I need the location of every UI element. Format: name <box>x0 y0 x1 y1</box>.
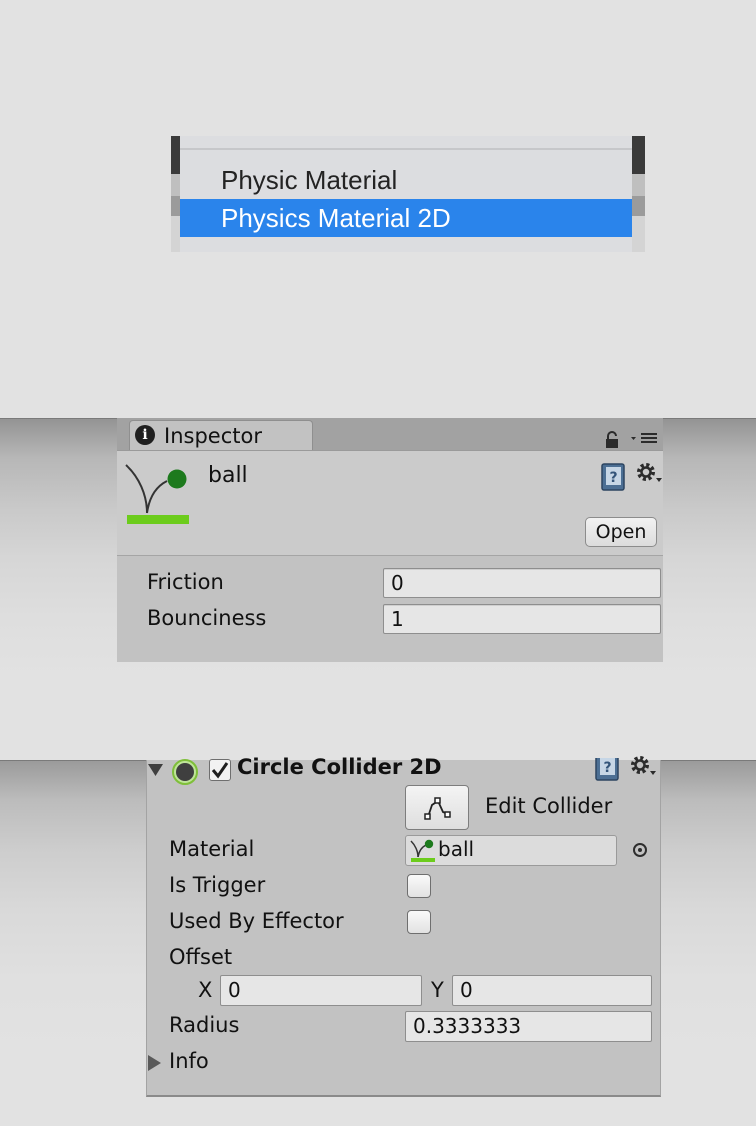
is-trigger-checkbox[interactable] <box>407 874 431 898</box>
material-object-field[interactable]: ball <box>405 835 617 866</box>
foldout-arrow-icon[interactable] <box>147 762 165 778</box>
circle-collider-component: Circle Collider 2D ? Edit Collider Mater… <box>146 755 661 1097</box>
inspector-tab-bar: i Inspector <box>117 418 663 450</box>
offset-x-field[interactable]: 0 <box>220 975 422 1006</box>
radius-field[interactable]: 0.3333333 <box>405 1011 652 1042</box>
offset-x-label: X <box>198 978 213 1002</box>
asset-header: ball ? Open <box>117 450 663 556</box>
edit-collider-icon <box>424 797 451 820</box>
offset-y-label: Y <box>431 978 444 1002</box>
radius-label: Radius <box>169 1013 240 1037</box>
circle-collider-icon <box>172 759 198 785</box>
material-label: Material <box>169 837 255 861</box>
help-book-icon[interactable]: ? <box>601 463 627 491</box>
info-label: Info <box>169 1049 209 1073</box>
menu-item-physics-material-2d[interactable]: Physics Material 2D <box>180 199 632 237</box>
friction-field[interactable]: 0 <box>383 568 661 598</box>
enabled-checkbox[interactable] <box>209 759 231 781</box>
edit-collider-label: Edit Collider <box>485 794 613 818</box>
menu-backdrop-right <box>632 136 645 252</box>
menu-separator <box>180 148 632 150</box>
asset-name: ball <box>208 463 248 488</box>
svg-text:?: ? <box>603 760 611 776</box>
tab-inspector-label: Inspector <box>164 424 262 448</box>
physics-material-2d-icon <box>125 464 189 524</box>
svg-text:?: ? <box>609 470 617 486</box>
used-by-effector-checkbox[interactable] <box>407 910 431 934</box>
used-by-effector-label: Used By Effector <box>169 909 344 933</box>
object-picker-icon[interactable] <box>633 843 647 857</box>
gear-icon[interactable] <box>629 756 657 780</box>
inspector-window: i Inspector ball ? Open Friction 0 Bounc… <box>117 418 663 662</box>
dropdown-panel: Physic Material Physics Material 2D <box>180 136 632 252</box>
physics-material-2d-icon <box>410 839 435 862</box>
tab-menu-icon[interactable] <box>629 431 661 445</box>
gear-icon[interactable] <box>635 461 663 485</box>
menu-backdrop-left <box>171 136 180 252</box>
edit-collider-button[interactable] <box>405 785 469 830</box>
is-trigger-label: Is Trigger <box>169 873 266 897</box>
bounciness-field[interactable]: 1 <box>383 604 661 634</box>
tab-inspector[interactable]: i Inspector <box>129 420 313 450</box>
material-value: ball <box>438 837 475 861</box>
material-properties: Friction 0 Bounciness 1 <box>117 556 663 662</box>
bounciness-label: Bounciness <box>147 606 267 630</box>
create-asset-dropdown: Physic Material Physics Material 2D <box>171 136 645 252</box>
offset-y-field[interactable]: 0 <box>452 975 652 1006</box>
lock-icon[interactable] <box>603 431 621 449</box>
open-button[interactable]: Open <box>585 517 657 547</box>
component-title: Circle Collider 2D <box>237 755 442 779</box>
info-foldout-arrow-icon[interactable] <box>147 1054 163 1072</box>
help-book-icon[interactable]: ? <box>595 758 621 782</box>
menu-item-physic-material[interactable]: Physic Material <box>180 161 632 199</box>
info-icon: i <box>135 425 155 445</box>
checkmark-icon <box>211 762 229 779</box>
offset-label: Offset <box>169 945 233 969</box>
friction-label: Friction <box>147 570 224 594</box>
